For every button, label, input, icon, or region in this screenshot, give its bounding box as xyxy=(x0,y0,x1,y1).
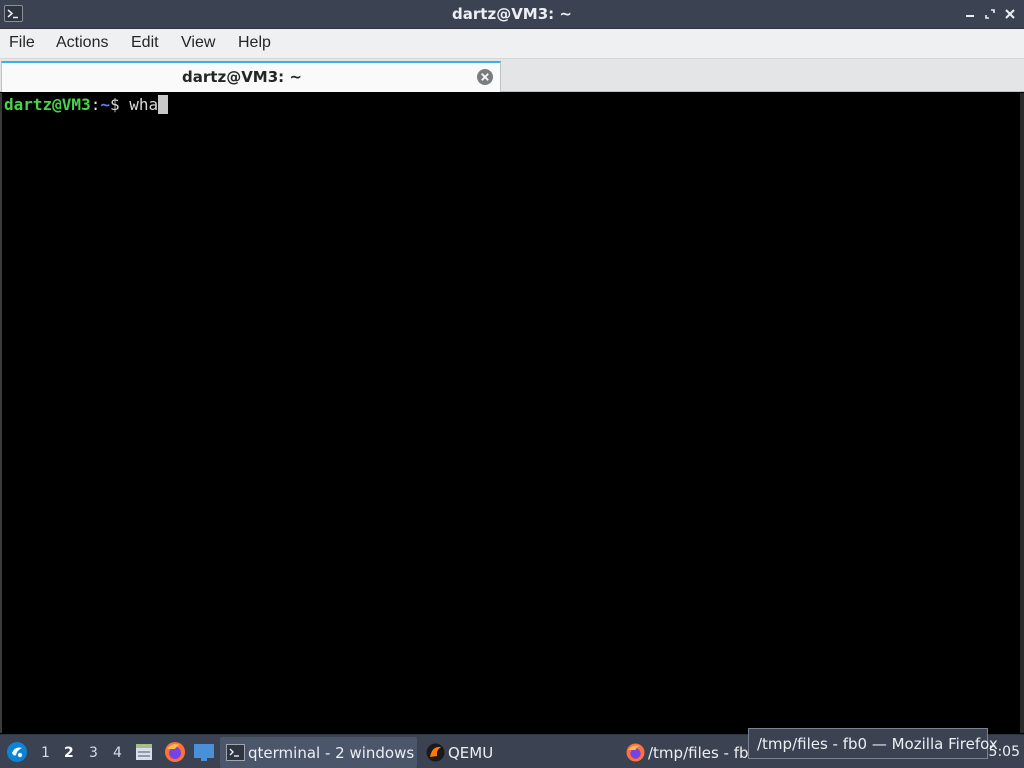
menu-help[interactable]: Help xyxy=(238,34,271,52)
show-desktop-button[interactable] xyxy=(193,742,215,766)
menu-bar: File Actions Edit View Help xyxy=(0,29,1024,59)
terminal-prompt-line: dartz@VM3:~$ wha xyxy=(4,95,169,115)
task-label: QEMU xyxy=(448,744,494,762)
window-title: dartz@VM3: ~ xyxy=(452,5,572,23)
lubuntu-logo-icon xyxy=(7,742,27,762)
close-icon xyxy=(1005,9,1015,19)
tab-terminal[interactable]: dartz@VM3: ~ xyxy=(1,61,501,92)
workspace-2[interactable]: 2 xyxy=(64,745,74,761)
start-menu-button[interactable] xyxy=(6,741,28,767)
task-tooltip: /tmp/files - fb0 — Mozilla Firefox xyxy=(748,728,998,759)
file-manager-icon xyxy=(136,744,152,760)
menu-actions[interactable]: Actions xyxy=(56,34,108,52)
task-label: qterminal - 2 windows xyxy=(248,744,415,762)
workspace-4[interactable]: 4 xyxy=(113,745,122,761)
menu-view[interactable]: View xyxy=(181,34,215,52)
firefox-icon xyxy=(165,742,185,762)
firefox-icon xyxy=(626,743,645,762)
terminal-icon xyxy=(226,744,245,761)
prompt-dollar: $ xyxy=(109,95,130,114)
qemu-icon xyxy=(426,743,445,762)
prompt-colon: : xyxy=(90,95,101,114)
workspace-1[interactable]: 1 xyxy=(41,745,50,761)
maximize-button[interactable] xyxy=(982,6,998,22)
close-button[interactable] xyxy=(1002,6,1018,22)
task-qterminal[interactable]: qterminal - 2 windows xyxy=(220,737,417,768)
task-firefox[interactable]: /tmp/files - fb0 xyxy=(620,737,758,768)
file-manager-launcher[interactable] xyxy=(134,742,154,766)
task-label: /tmp/files - fb0 xyxy=(648,744,759,762)
terminal-area[interactable]: dartz@VM3:~$ wha xyxy=(0,93,1024,733)
text-cursor xyxy=(158,95,169,114)
menu-edit[interactable]: Edit xyxy=(131,34,159,52)
prompt-user: dartz@VM3 xyxy=(4,95,91,114)
terminal-scrollbar[interactable] xyxy=(1020,93,1024,733)
prompt-path: ~ xyxy=(100,95,110,114)
minimize-button[interactable] xyxy=(962,6,978,22)
workspace-3[interactable]: 3 xyxy=(89,745,98,761)
tab-label: dartz@VM3: ~ xyxy=(182,68,302,86)
tab-close-button[interactable] xyxy=(476,68,494,86)
restore-icon xyxy=(985,9,995,19)
firefox-launcher[interactable] xyxy=(164,741,186,767)
typed-command: wha xyxy=(129,95,159,114)
minimize-icon xyxy=(966,15,974,17)
task-qemu[interactable]: QEMU xyxy=(420,737,610,768)
tab-bar: dartz@VM3: ~ xyxy=(0,59,1024,92)
window-titlebar[interactable]: dartz@VM3: ~ xyxy=(0,0,1024,29)
close-circle-icon xyxy=(477,69,493,85)
desktop-icon xyxy=(194,744,214,761)
menu-file[interactable]: File xyxy=(9,34,35,52)
